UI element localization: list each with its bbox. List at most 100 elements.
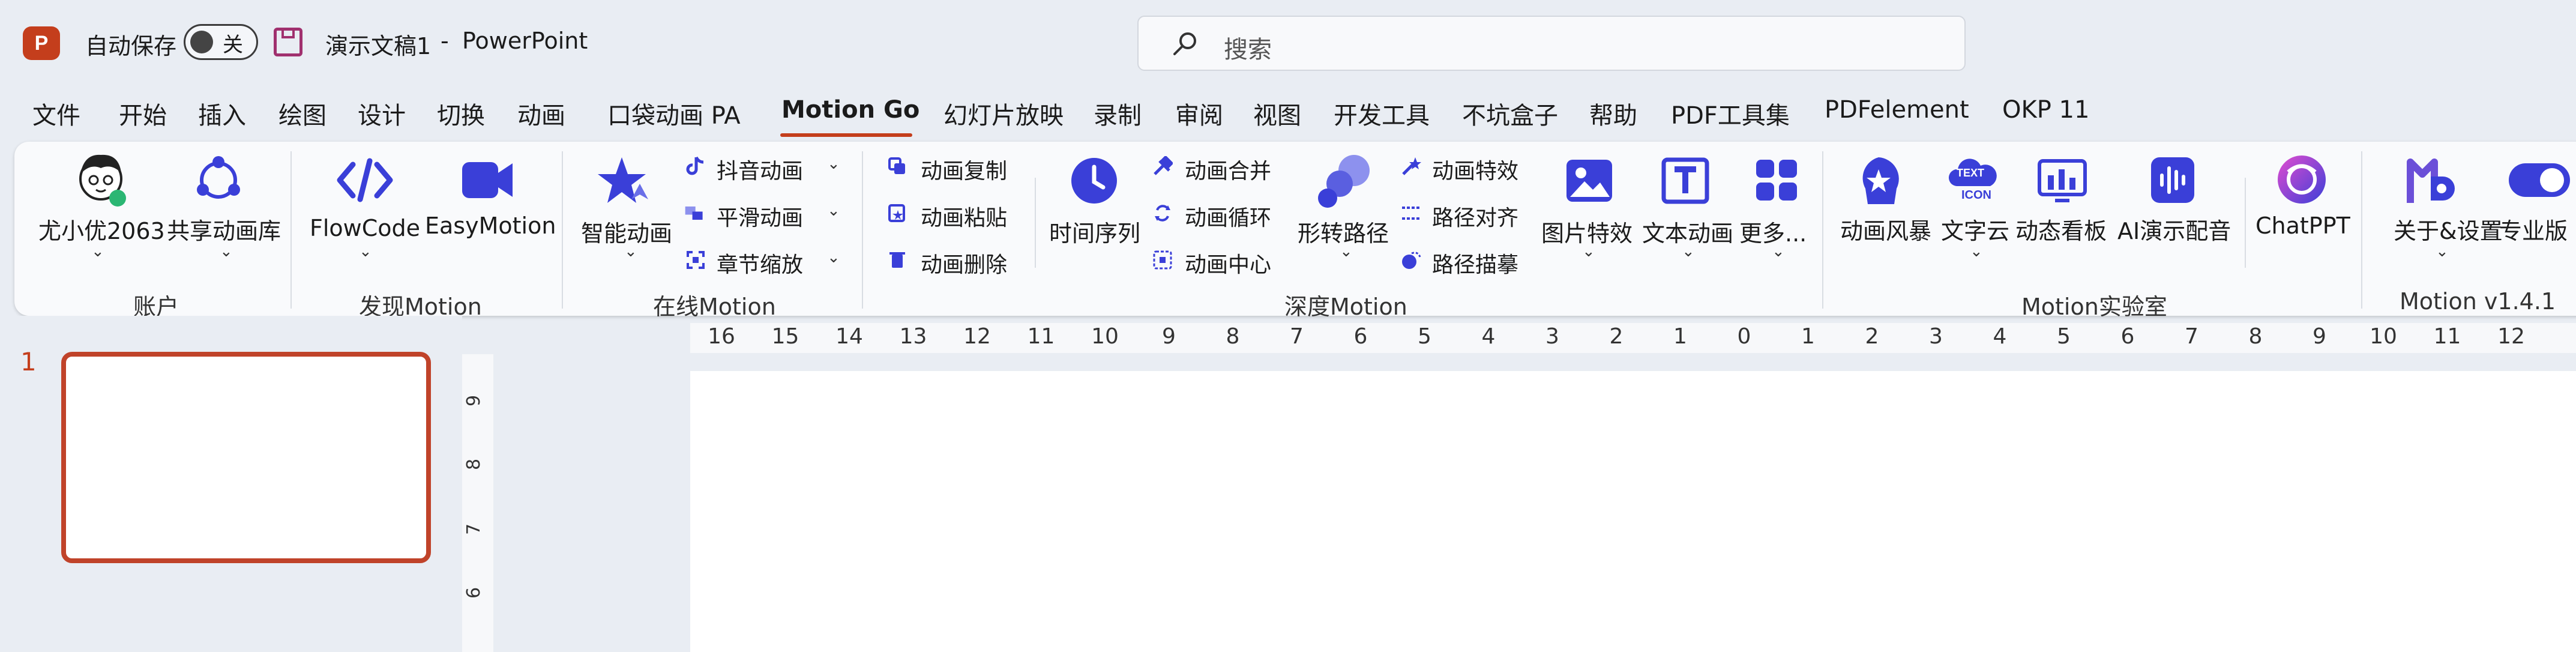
- tab-home[interactable]: 开始: [119, 96, 167, 131]
- hruler-tick: 9: [2313, 324, 2326, 349]
- hruler-tick: 2: [1609, 324, 1624, 349]
- wordcloud-icon[interactable]: TEXT ICON: [1948, 157, 1999, 204]
- timeline-label[interactable]: 时间序列: [1049, 215, 1140, 248]
- tab-transitions[interactable]: 切换: [437, 96, 485, 131]
- image-effects-icon[interactable]: [1564, 157, 1615, 204]
- chevron-down-icon[interactable]: ⌄: [1582, 243, 1595, 261]
- chevron-down-icon[interactable]: ⌄: [1340, 243, 1353, 261]
- shape-path-icon[interactable]: [1316, 152, 1372, 210]
- animation-merge[interactable]: 动画合并: [1185, 154, 1271, 185]
- smart-animation-icon[interactable]: [598, 154, 655, 209]
- search-box[interactable]: 搜索: [1137, 16, 1966, 71]
- chevron-down-icon[interactable]: ⌄: [220, 243, 233, 261]
- tab-file[interactable]: 文件: [32, 96, 80, 131]
- user-name[interactable]: 尤小优2063: [38, 213, 165, 246]
- hruler-tick: 7: [2185, 324, 2198, 349]
- group-label-deep: 深度Motion: [1284, 294, 1407, 320]
- path-align[interactable]: 路径对齐: [1432, 201, 1518, 232]
- vruler-tick: 9: [463, 394, 485, 407]
- chevron-down-icon[interactable]: ⌄: [827, 202, 840, 220]
- copy-icon: [888, 157, 905, 174]
- flowcode-label[interactable]: FlowCode: [310, 215, 420, 241]
- ai-voice-label[interactable]: AI演示配音: [2117, 213, 2231, 246]
- tab-draw[interactable]: 绘图: [278, 96, 327, 131]
- animation-effects[interactable]: 动画特效: [1432, 154, 1518, 185]
- tab-review[interactable]: 审阅: [1175, 96, 1223, 131]
- save-icon[interactable]: [274, 28, 302, 56]
- tab-developer[interactable]: 开发工具: [1334, 96, 1430, 131]
- vruler-tick: 7: [463, 523, 485, 536]
- easymotion-icon[interactable]: [460, 157, 515, 203]
- chevron-down-icon[interactable]: ⌄: [359, 243, 372, 261]
- chatppt-icon[interactable]: [2276, 154, 2328, 205]
- chevron-down-icon[interactable]: ⌄: [91, 243, 104, 261]
- tab-design[interactable]: 设计: [358, 96, 406, 131]
- hruler-tick: 1: [1673, 324, 1687, 349]
- chevron-down-icon[interactable]: ⌄: [827, 249, 840, 267]
- about-settings-label[interactable]: 关于&设置: [2394, 213, 2503, 246]
- tab-pocket-animation[interactable]: 口袋动画 PA: [607, 96, 741, 131]
- animation-paste[interactable]: 动画粘贴: [921, 201, 1007, 232]
- trash-icon: [889, 252, 905, 268]
- smooth-animation-icon: [685, 206, 703, 220]
- tab-okp[interactable]: OKP 11: [2002, 96, 2089, 124]
- chevron-down-icon[interactable]: ⌄: [2436, 243, 2449, 261]
- ai-voice-icon[interactable]: [2149, 155, 2197, 205]
- animation-storm-icon[interactable]: [1853, 155, 1904, 207]
- hruler-tick: 3: [1545, 324, 1559, 349]
- chatppt-label[interactable]: ChatPPT: [2256, 213, 2350, 239]
- hruler-tick: 8: [2248, 324, 2263, 349]
- tab-bukeng[interactable]: 不坑盒子: [1462, 96, 1558, 131]
- tab-pdfelement[interactable]: PDFelement: [1825, 96, 1969, 124]
- chapter-zoom[interactable]: 章节缩放: [717, 247, 803, 279]
- group-divider: [290, 151, 292, 309]
- loop-icon: [1155, 205, 1170, 222]
- tab-view[interactable]: 视图: [1253, 96, 1301, 131]
- chevron-down-icon[interactable]: ⌄: [1970, 243, 1983, 261]
- autosave-toggle[interactable]: 关: [184, 24, 258, 60]
- shared-library-icon[interactable]: [192, 154, 245, 207]
- animation-delete[interactable]: 动画删除: [921, 247, 1007, 279]
- dashboard-icon[interactable]: [2037, 157, 2087, 203]
- wordcloud-label[interactable]: 文字云: [1941, 213, 2009, 246]
- path-trace[interactable]: 路径描摹: [1432, 247, 1518, 279]
- more-grid-icon[interactable]: [1754, 157, 1799, 203]
- tab-pdf-tools[interactable]: PDF工具集: [1671, 96, 1790, 131]
- autosave-toggle-state: 关: [223, 33, 243, 57]
- animation-loop[interactable]: 动画循环: [1185, 201, 1271, 232]
- path-align-icon: [1402, 207, 1420, 220]
- hruler-tick: 13: [899, 324, 927, 349]
- hruler-tick: 2: [1865, 324, 1879, 349]
- tab-motion-go[interactable]: Motion Go: [781, 96, 919, 124]
- tab-animations[interactable]: 动画: [517, 96, 565, 131]
- app-name: PowerPoint: [462, 28, 588, 54]
- chevron-down-icon[interactable]: ⌄: [624, 243, 637, 261]
- tab-slideshow[interactable]: 幻灯片放映: [943, 96, 1064, 131]
- dashboard-label[interactable]: 动态看板: [2015, 213, 2107, 246]
- hruler-tick: 16: [708, 324, 735, 349]
- animation-storm-label[interactable]: 动画风暴: [1840, 213, 1931, 246]
- flowcode-icon[interactable]: [336, 156, 394, 204]
- motion-logo-icon[interactable]: [2407, 156, 2458, 205]
- user-avatar-icon[interactable]: [72, 150, 130, 210]
- shared-library-label[interactable]: 共享动画库: [167, 213, 281, 246]
- douyin-animation[interactable]: 抖音动画: [717, 154, 803, 185]
- chevron-down-icon[interactable]: ⌄: [1772, 243, 1785, 261]
- pro-version-label[interactable]: 专业版: [2499, 213, 2568, 246]
- tab-help[interactable]: 帮助: [1589, 96, 1637, 131]
- chevron-down-icon[interactable]: ⌄: [1682, 243, 1695, 261]
- animation-center[interactable]: 动画中心: [1185, 247, 1271, 279]
- title-bar: P 自动保存 关 演示文稿1 - PowerPoint 搜索: [0, 0, 2576, 90]
- clock-icon[interactable]: [1070, 156, 1119, 205]
- slide-canvas[interactable]: [690, 371, 2576, 652]
- tab-insert[interactable]: 插入: [198, 96, 246, 131]
- animation-copy[interactable]: 动画复制: [921, 154, 1007, 185]
- slide-thumbnail[interactable]: [61, 352, 431, 563]
- smooth-animation[interactable]: 平滑动画: [717, 201, 803, 232]
- chevron-down-icon[interactable]: ⌄: [827, 155, 840, 173]
- effects-icon: [1402, 157, 1421, 175]
- easymotion-label[interactable]: EasyMotion: [425, 213, 556, 239]
- text-animation-icon[interactable]: [1661, 157, 1709, 204]
- tab-record[interactable]: 录制: [1094, 96, 1142, 131]
- pro-toggle-icon[interactable]: [2508, 162, 2571, 198]
